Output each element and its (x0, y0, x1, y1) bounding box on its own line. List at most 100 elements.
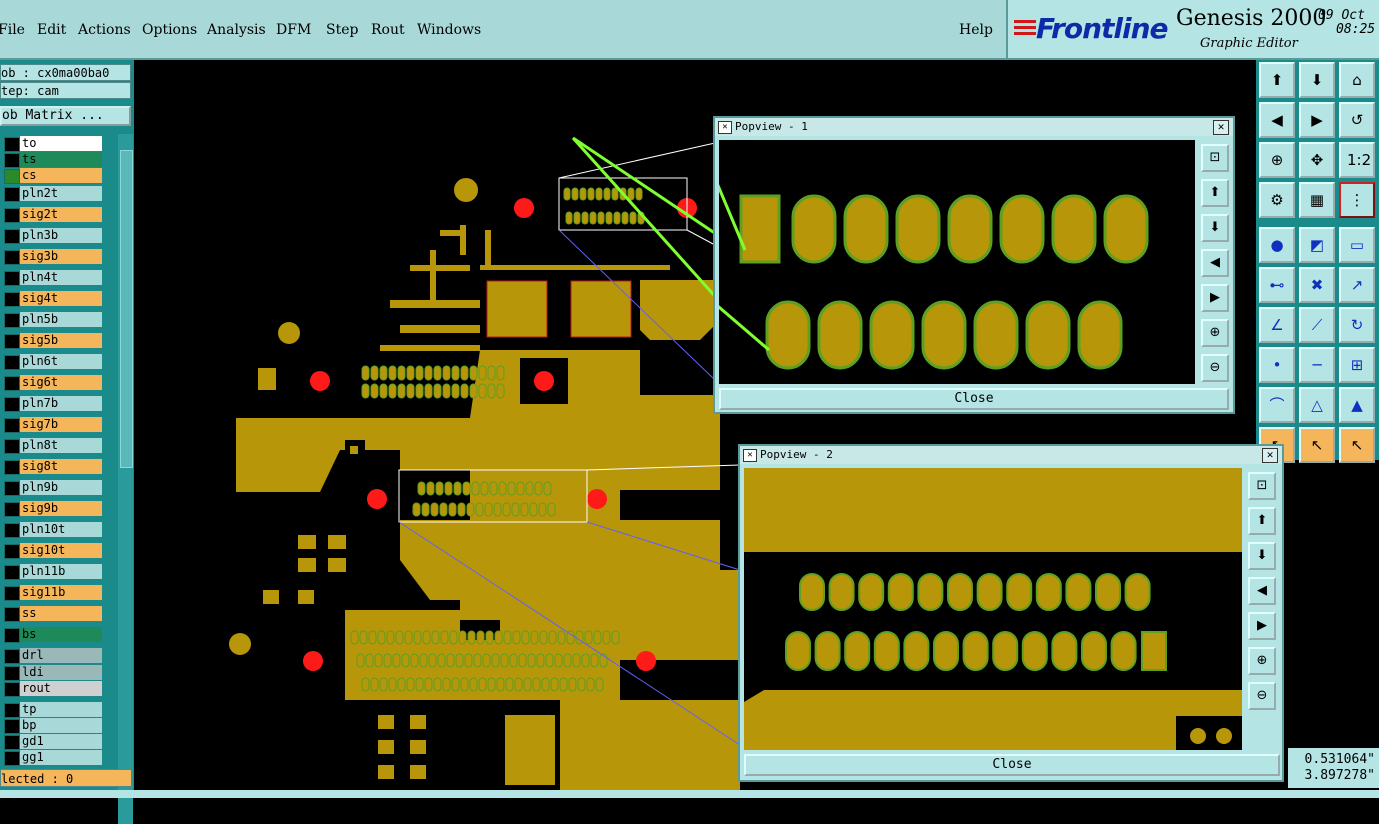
layer-name[interactable]: pln5b (20, 312, 102, 327)
select-region-button[interactable]: ◩ (1299, 227, 1335, 263)
draw-line-button[interactable]: ⟋ (1299, 307, 1335, 343)
menu-analysis[interactable]: Analysis (207, 22, 266, 38)
arc-button[interactable]: ⌒ (1259, 387, 1295, 423)
grid-button[interactable]: ▦ (1299, 182, 1335, 218)
layer-name[interactable]: pln6t (20, 354, 102, 369)
zoom-out-button[interactable]: ⊖ (1248, 682, 1276, 710)
rotate-button[interactable]: ↻ (1339, 307, 1375, 343)
layer-name[interactable]: pln8t (20, 438, 102, 453)
layer-affected-toggle[interactable] (4, 250, 20, 265)
measure-tool-button[interactable]: ⚙ (1259, 182, 1295, 218)
pan-left-button[interactable]: ◀ (1259, 102, 1295, 138)
menu-actions[interactable]: Actions (78, 22, 131, 38)
layer-name[interactable]: rout (20, 681, 102, 696)
layer-name[interactable]: pln2t (20, 186, 102, 201)
layer-row-tp[interactable]: tp (0, 701, 118, 718)
zoom-window-button[interactable]: ⊡ (1201, 144, 1229, 172)
layer-row-pln7b[interactable]: pln7b (0, 396, 118, 412)
layer-affected-toggle[interactable] (4, 292, 20, 307)
layer-name[interactable]: pln10t (20, 522, 102, 537)
layer-name[interactable]: gg1 (20, 749, 102, 765)
layer-name[interactable]: drl (20, 648, 102, 663)
undo-zoom-button[interactable]: ↺ (1339, 102, 1375, 138)
pan-left-button[interactable]: ◀ (1201, 249, 1229, 277)
layer-row-pln9b[interactable]: pln9b (0, 480, 118, 496)
zoom-in-button[interactable]: ⊕ (1201, 319, 1229, 347)
layer-row-sig9b[interactable]: sig9b (0, 501, 118, 517)
layer-name[interactable]: cs (20, 168, 102, 183)
layer-row-rout[interactable]: rout (0, 681, 118, 697)
layer-name[interactable]: ldi (20, 664, 102, 680)
ruler-button[interactable]: ▭ (1339, 227, 1375, 263)
pan-down-button[interactable]: ⬇ (1299, 62, 1335, 98)
layer-affected-toggle[interactable] (4, 702, 20, 718)
layer-row-sig11b[interactable]: sig11b (0, 585, 118, 601)
menu-help[interactable]: Help (959, 22, 993, 38)
window-menu-icon[interactable]: ✕ (743, 449, 757, 462)
pan-up-button[interactable]: ⬆ (1201, 179, 1229, 207)
layer-affected-toggle[interactable] (4, 523, 20, 538)
layer-row-pln10t[interactable]: pln10t (0, 522, 118, 538)
layer-row-sig3b[interactable]: sig3b (0, 249, 118, 265)
zoom-fit-button[interactable]: ⊕ (1259, 142, 1295, 178)
layer-affected-toggle[interactable] (4, 137, 20, 152)
layer-affected-toggle[interactable] (4, 439, 20, 454)
layer-row-pln4t[interactable]: pln4t (0, 270, 118, 286)
layer-row-bp[interactable]: bp (0, 717, 118, 734)
menu-windows[interactable]: Windows (417, 22, 481, 38)
layer-affected-toggle[interactable] (4, 544, 20, 559)
home-button[interactable]: ⌂ (1339, 62, 1375, 98)
popview-2-close-button[interactable]: Close (744, 754, 1280, 776)
layer-name[interactable]: gd1 (20, 733, 102, 749)
cross-select-button[interactable]: ✖ (1299, 267, 1335, 303)
pan-up-button[interactable]: ⬆ (1248, 507, 1276, 535)
layer-row-pln8t[interactable]: pln8t (0, 438, 118, 454)
add-line-button[interactable]: ↗ (1339, 267, 1375, 303)
layer-row-ss[interactable]: ss (0, 606, 118, 622)
move-point-button[interactable]: • (1259, 347, 1295, 383)
layer-row-pln2t[interactable]: pln2t (0, 186, 118, 202)
layer-affected-toggle[interactable] (4, 153, 20, 168)
layer-affected-toggle[interactable] (4, 313, 20, 328)
layer-row-pln6t[interactable]: pln6t (0, 354, 118, 370)
window-menu-icon[interactable]: ✕ (718, 121, 732, 134)
layer-name[interactable]: tp (20, 701, 102, 717)
layer-row-ldi[interactable]: ldi (0, 664, 118, 681)
pan-up-button[interactable]: ⬆ (1259, 62, 1295, 98)
layer-affected-toggle[interactable] (4, 397, 20, 412)
layer-row-bs[interactable]: bs (0, 627, 118, 643)
layer-affected-toggle[interactable] (4, 718, 20, 734)
layer-name[interactable]: bp (20, 717, 102, 733)
layer-row-to[interactable]: to (0, 136, 118, 152)
layer-name[interactable]: pln3b (20, 228, 102, 243)
layer-name[interactable]: sig4t (20, 291, 102, 306)
pointer-select-button[interactable]: ↖ (1299, 427, 1335, 463)
layer-name[interactable]: sig7b (20, 417, 102, 432)
popview-1-close-button[interactable]: Close (719, 388, 1229, 410)
layer-name[interactable]: ts (20, 152, 102, 167)
layer-affected-toggle[interactable] (4, 187, 20, 202)
menu-dfm[interactable]: DFM (276, 22, 311, 38)
layer-row-pln5b[interactable]: pln5b (0, 312, 118, 328)
layer-name[interactable]: sig2t (20, 207, 102, 222)
job-matrix-button[interactable]: ob Matrix ... (0, 106, 131, 126)
layer-name[interactable]: sig3b (20, 249, 102, 264)
pan-down-button[interactable]: ⬇ (1248, 542, 1276, 570)
pan-right-button[interactable]: ▶ (1201, 284, 1229, 312)
layer-name[interactable]: pln11b (20, 564, 102, 579)
close-icon[interactable]: ✕ (1213, 120, 1229, 135)
layer-name[interactable]: ss (20, 606, 102, 621)
connect-nodes-button[interactable]: ⊷ (1259, 267, 1295, 303)
snap-button[interactable]: ⋮ (1339, 182, 1375, 218)
layer-row-sig5b[interactable]: sig5b (0, 333, 118, 349)
menu-edit[interactable]: Edit (37, 22, 66, 38)
layer-affected-toggle[interactable] (4, 355, 20, 370)
layer-name[interactable]: sig10t (20, 543, 102, 558)
layer-name[interactable]: sig6t (20, 375, 102, 390)
layer-row-ts[interactable]: ts (0, 152, 118, 168)
layer-affected-toggle[interactable] (4, 734, 20, 750)
layer-row-drl[interactable]: drl (0, 648, 118, 664)
triangle-arrow-button[interactable]: △ (1299, 387, 1335, 423)
layer-name[interactable]: sig5b (20, 333, 102, 348)
layer-row-sig10t[interactable]: sig10t (0, 543, 118, 559)
